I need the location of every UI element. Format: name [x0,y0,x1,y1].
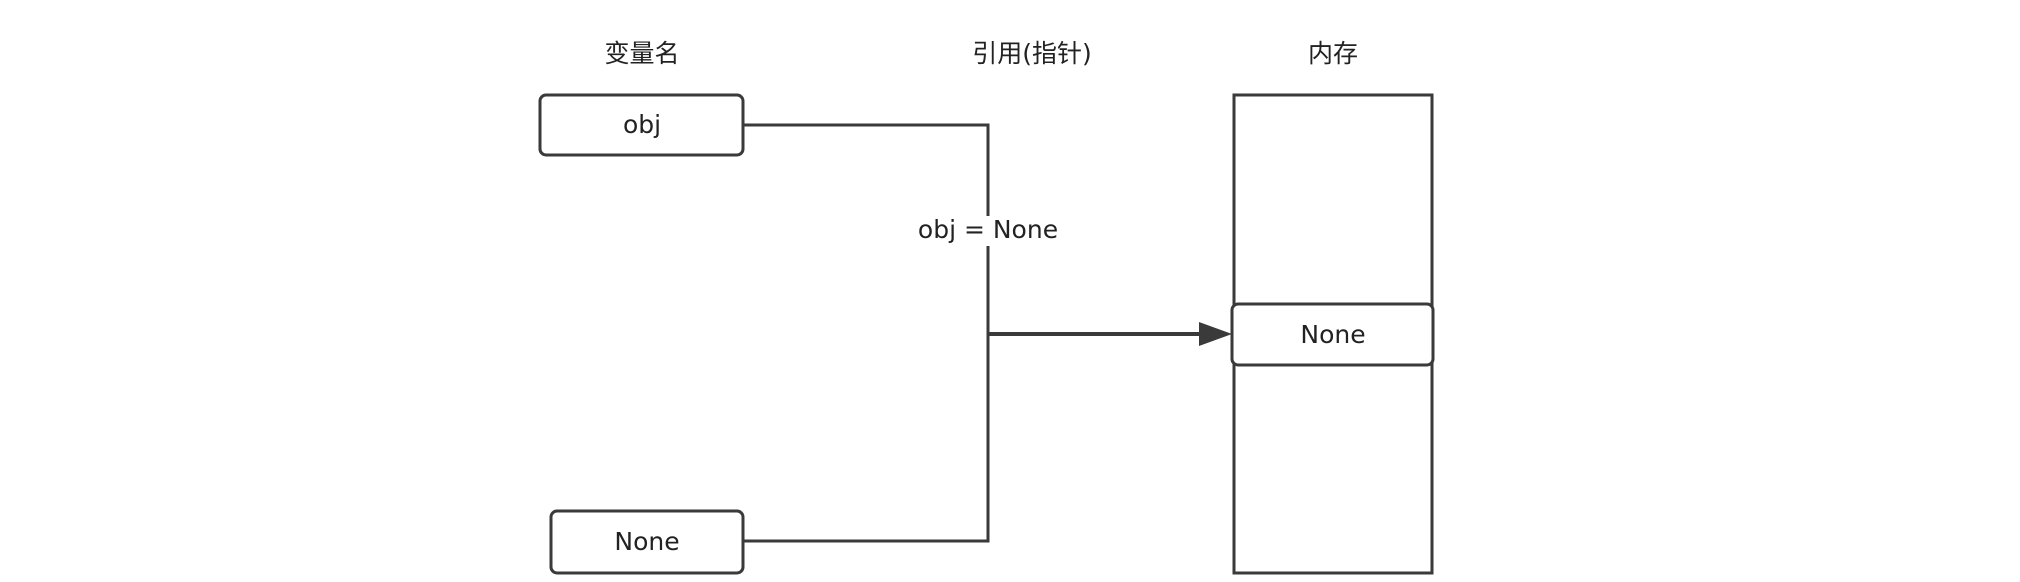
memory-cell-none: None [1230,302,1435,367]
arrow-head [1199,322,1232,346]
header-reference: 引用(指针) [972,39,1092,68]
connector-obj [744,123,990,216]
connector-none-var [744,246,990,543]
variable-box-obj: obj [538,93,745,157]
edge-label-assignment: obj = None [918,215,1058,244]
memory-cell-none-label: None [1300,320,1365,349]
header-memory: 内存 [1308,39,1358,68]
header-variable-name: 变量名 [604,39,679,68]
variable-box-none-label: None [614,527,679,556]
reference-diagram: 变量名 引用(指针) 内存 obj = None obj None None [538,39,1435,575]
variable-box-none: None [549,509,745,575]
variable-box-obj-label: obj [623,110,661,139]
